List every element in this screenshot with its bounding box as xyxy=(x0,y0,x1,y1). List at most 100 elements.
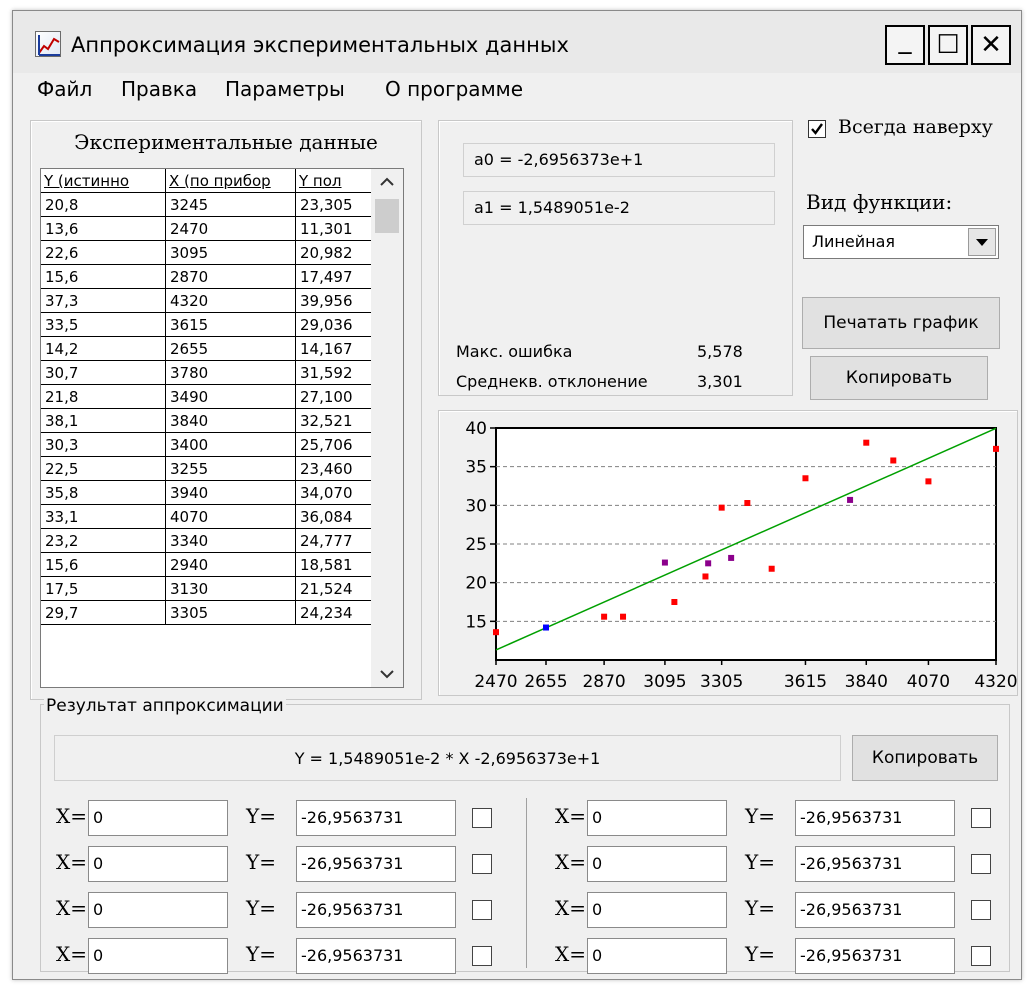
cell-y-computed[interactable]: 39,956 xyxy=(296,289,373,313)
table-row[interactable]: 22,6 3095 20,982 xyxy=(41,241,403,265)
menu-file[interactable]: Файл xyxy=(37,77,92,101)
cell-y-computed[interactable]: 24,234 xyxy=(296,601,373,625)
cell-y-computed[interactable]: 18,581 xyxy=(296,553,373,577)
y-output[interactable]: -26,9563731 xyxy=(296,846,456,882)
x-input[interactable]: 0 xyxy=(88,846,228,882)
table-row[interactable]: 29,7 3305 24,234 xyxy=(41,601,403,625)
cell-y-true[interactable]: 30,7 xyxy=(41,361,166,385)
column-header-x-instrument[interactable]: X (по прибор xyxy=(166,169,296,193)
cell-y-true[interactable]: 14,2 xyxy=(41,337,166,361)
cell-x-instrument[interactable]: 3305 xyxy=(166,601,296,625)
cell-y-true[interactable]: 15,6 xyxy=(41,265,166,289)
cell-x-instrument[interactable]: 2940 xyxy=(166,553,296,577)
table-row[interactable]: 37,3 4320 39,956 xyxy=(41,289,403,313)
row-checkbox[interactable] xyxy=(971,946,991,966)
cell-y-computed[interactable]: 29,036 xyxy=(296,313,373,337)
table-row[interactable]: 30,7 3780 31,592 xyxy=(41,361,403,385)
cell-y-computed[interactable]: 24,777 xyxy=(296,529,373,553)
cell-x-instrument[interactable]: 3400 xyxy=(166,433,296,457)
close-button[interactable]: ✕ xyxy=(971,25,1011,65)
row-checkbox[interactable] xyxy=(472,900,492,920)
cell-y-computed[interactable]: 11,301 xyxy=(296,217,373,241)
y-output[interactable]: -26,9563731 xyxy=(795,892,955,928)
y-output[interactable]: -26,9563731 xyxy=(795,800,955,836)
cell-x-instrument[interactable]: 3095 xyxy=(166,241,296,265)
cell-x-instrument[interactable]: 3780 xyxy=(166,361,296,385)
cell-y-true[interactable]: 22,5 xyxy=(41,457,166,481)
cell-y-true[interactable]: 23,2 xyxy=(41,529,166,553)
y-output[interactable]: -26,9563731 xyxy=(795,846,955,882)
cell-y-computed[interactable]: 21,524 xyxy=(296,577,373,601)
x-input[interactable]: 0 xyxy=(587,938,727,974)
cell-y-true[interactable]: 29,7 xyxy=(41,601,166,625)
cell-x-instrument[interactable]: 2470 xyxy=(166,217,296,241)
table-row[interactable]: 38,1 3840 32,521 xyxy=(41,409,403,433)
x-input[interactable]: 0 xyxy=(88,800,228,836)
row-checkbox[interactable] xyxy=(971,900,991,920)
table-row[interactable]: 21,8 3490 27,100 xyxy=(41,385,403,409)
menu-edit[interactable]: Правка xyxy=(121,77,197,101)
x-input[interactable]: 0 xyxy=(587,846,727,882)
column-header-y-computed[interactable]: Y пол xyxy=(296,169,373,193)
x-input[interactable]: 0 xyxy=(587,800,727,836)
row-checkbox[interactable] xyxy=(971,808,991,828)
column-header-y-true[interactable]: Y (истинно xyxy=(41,169,166,193)
copy-result-button[interactable]: Копировать xyxy=(852,735,998,781)
cell-y-true[interactable]: 13,6 xyxy=(41,217,166,241)
cell-x-instrument[interactable]: 3245 xyxy=(166,193,296,217)
cell-y-true[interactable]: 20,8 xyxy=(41,193,166,217)
cell-y-computed[interactable]: 20,982 xyxy=(296,241,373,265)
print-chart-button[interactable]: Печатать график xyxy=(802,297,1000,349)
x-input[interactable]: 0 xyxy=(587,892,727,928)
cell-y-true[interactable]: 21,8 xyxy=(41,385,166,409)
menu-parameters[interactable]: Параметры xyxy=(225,77,345,101)
table-row[interactable]: 23,2 3340 24,777 xyxy=(41,529,403,553)
table-row[interactable]: 33,5 3615 29,036 xyxy=(41,313,403,337)
table-row[interactable]: 15,6 2940 18,581 xyxy=(41,553,403,577)
cell-y-computed[interactable]: 14,167 xyxy=(296,337,373,361)
table-row[interactable]: 20,8 3245 23,305 xyxy=(41,193,403,217)
grid-vertical-scrollbar[interactable] xyxy=(371,169,403,687)
title-bar[interactable]: Аппроксимация экспериментальных данных _… xyxy=(13,11,1021,73)
cell-x-instrument[interactable]: 2870 xyxy=(166,265,296,289)
cell-y-computed[interactable]: 34,070 xyxy=(296,481,373,505)
scroll-up-icon[interactable] xyxy=(371,169,403,193)
cell-x-instrument[interactable]: 3615 xyxy=(166,313,296,337)
y-output[interactable]: -26,9563731 xyxy=(296,938,456,974)
cell-x-instrument[interactable]: 2655 xyxy=(166,337,296,361)
cell-x-instrument[interactable]: 3490 xyxy=(166,385,296,409)
x-input[interactable]: 0 xyxy=(88,938,228,974)
cell-x-instrument[interactable]: 4320 xyxy=(166,289,296,313)
maximize-button[interactable]: ☐ xyxy=(928,25,968,65)
cell-x-instrument[interactable]: 4070 xyxy=(166,505,296,529)
cell-y-computed[interactable]: 27,100 xyxy=(296,385,373,409)
minimize-button[interactable]: _ xyxy=(885,25,925,65)
always-on-top-label[interactable]: Всегда наверху xyxy=(838,116,993,138)
row-checkbox[interactable] xyxy=(472,946,492,966)
y-output[interactable]: -26,9563731 xyxy=(795,938,955,974)
cell-x-instrument[interactable]: 3940 xyxy=(166,481,296,505)
cell-y-computed[interactable]: 23,305 xyxy=(296,193,373,217)
cell-x-instrument[interactable]: 3130 xyxy=(166,577,296,601)
table-row[interactable]: 35,8 3940 34,070 xyxy=(41,481,403,505)
row-checkbox[interactable] xyxy=(472,808,492,828)
cell-y-computed[interactable]: 36,084 xyxy=(296,505,373,529)
data-grid[interactable]: Y (истинно X (по прибор Y пол 20,8 3245 23… xyxy=(40,168,404,688)
table-row[interactable]: 15,6 2870 17,497 xyxy=(41,265,403,289)
function-type-select[interactable]: Линейная xyxy=(803,225,999,259)
cell-y-computed[interactable]: 23,460 xyxy=(296,457,373,481)
copy-coefficients-button[interactable]: Копировать xyxy=(810,356,988,400)
cell-y-true[interactable]: 35,8 xyxy=(41,481,166,505)
cell-y-true[interactable]: 33,1 xyxy=(41,505,166,529)
table-row[interactable]: 33,1 4070 36,084 xyxy=(41,505,403,529)
cell-y-true[interactable]: 22,6 xyxy=(41,241,166,265)
cell-y-true[interactable]: 33,5 xyxy=(41,313,166,337)
y-output[interactable]: -26,9563731 xyxy=(296,800,456,836)
always-on-top-checkbox[interactable] xyxy=(808,120,826,138)
table-row[interactable]: 30,3 3400 25,706 xyxy=(41,433,403,457)
table-row[interactable]: 22,5 3255 23,460 xyxy=(41,457,403,481)
x-input[interactable]: 0 xyxy=(88,892,228,928)
cell-y-true[interactable]: 37,3 xyxy=(41,289,166,313)
table-row[interactable]: 13,6 2470 11,301 xyxy=(41,217,403,241)
cell-y-computed[interactable]: 25,706 xyxy=(296,433,373,457)
